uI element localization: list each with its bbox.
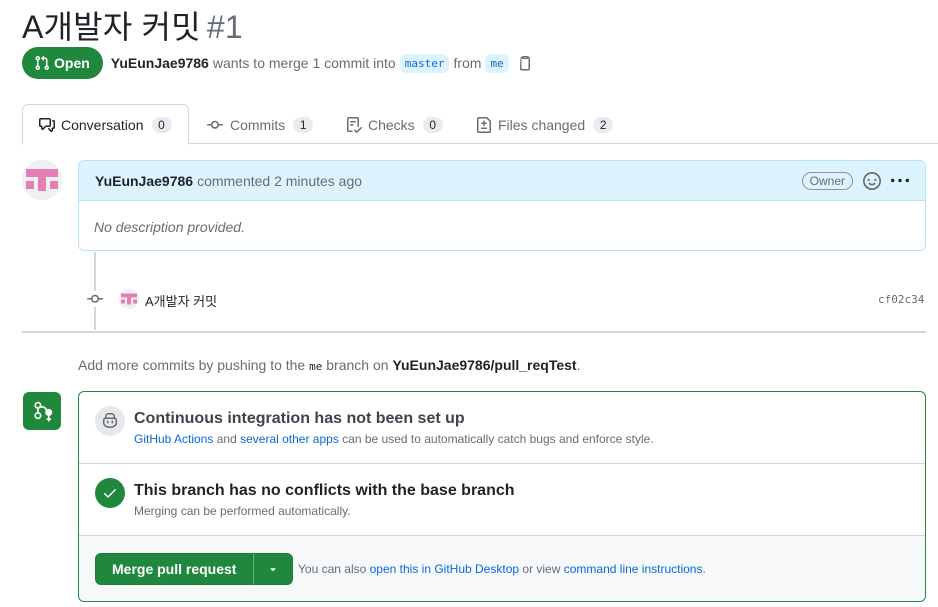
tab-label: Checks — [368, 116, 415, 133]
comment-header: YuEunJae9786 commented 2 minutes ago Own… — [79, 161, 925, 201]
pr-description-comment: YuEunJae9786 commented 2 minutes ago Own… — [78, 160, 926, 251]
pr-tabs: Conversation 0 Commits 1 Checks 0 Files … — [22, 104, 938, 145]
timeline-divider — [22, 331, 926, 333]
hint-middle: branch on — [326, 357, 389, 373]
comment-discussion-icon — [39, 117, 55, 132]
base-branch[interactable]: master — [399, 53, 450, 73]
hint-repo: YuEunJae9786/pull_reqTest — [392, 357, 577, 373]
pull-request-icon — [35, 55, 50, 71]
state-label: Open — [54, 55, 90, 71]
tab-conversation[interactable]: Conversation 0 — [22, 104, 189, 145]
push-hint: Add more commits by pushing to the me br… — [78, 357, 580, 373]
hint-branch: me — [309, 360, 323, 373]
conflicts-subtitle: Merging can be performed automatically. — [134, 504, 351, 518]
tab-counter: 0 — [422, 116, 443, 133]
git-commit-icon — [207, 120, 223, 129]
merge-pull-request-button[interactable]: Merge pull request — [95, 553, 254, 585]
note-mid: or view — [522, 562, 561, 576]
check-icon — [95, 478, 125, 508]
ci-and: and — [216, 432, 237, 446]
tab-checks[interactable]: Checks 0 — [330, 104, 459, 145]
conflicts-title: This branch has no conflicts with the ba… — [134, 482, 515, 499]
tab-files-changed[interactable]: Files changed 2 — [460, 104, 629, 145]
robot-icon — [95, 406, 125, 436]
page-title: A개발자 커밋 #1 — [22, 2, 243, 48]
tab-counter: 2 — [593, 116, 614, 133]
tab-label: Files changed — [498, 116, 586, 133]
tab-counter: 1 — [293, 116, 314, 133]
ci-section: Continuous integration has not been set … — [79, 392, 925, 464]
note-prefix: You can also — [298, 562, 367, 576]
ci-rest: can be used to automatically catch bugs … — [342, 432, 654, 446]
tab-label: Conversation — [61, 116, 144, 133]
avatar[interactable] — [22, 160, 62, 200]
commit-avatar[interactable] — [119, 289, 139, 309]
conflicts-section: This branch has no conflicts with the ba… — [79, 464, 925, 536]
merge-actions: Merge pull request You can also open thi… — [79, 536, 925, 601]
action-text: wants to merge 1 commit into — [212, 55, 396, 71]
other-apps-link[interactable]: several other apps — [240, 432, 339, 446]
comment-time[interactable]: commented 2 minutes ago — [197, 173, 362, 189]
git-merge-icon — [23, 392, 61, 430]
copy-icon[interactable] — [517, 55, 533, 71]
ci-subtitle: GitHub Actions and several other apps ca… — [134, 432, 654, 446]
author-link[interactable]: YuEunJae9786 — [111, 55, 209, 71]
merge-method-dropdown[interactable] — [253, 553, 294, 585]
pr-number: #1 — [206, 9, 243, 45]
note-suffix: . — [702, 562, 706, 576]
tab-commits[interactable]: Commits 1 — [190, 104, 329, 145]
comment-body: No description provided. — [94, 219, 245, 235]
ci-title: Continuous integration has not been set … — [134, 410, 465, 427]
merge-box: Continuous integration has not been set … — [78, 391, 926, 602]
pr-title: A개발자 커밋 — [22, 9, 201, 45]
from-text: from — [453, 55, 482, 71]
comment-author[interactable]: YuEunJae9786 — [95, 173, 193, 189]
head-branch[interactable]: me — [485, 53, 509, 73]
tab-counter: 0 — [151, 116, 172, 133]
triangle-down-icon — [270, 568, 277, 572]
pr-meta: Open YuEunJae9786 wants to merge 1 commi… — [22, 47, 533, 79]
checklist-icon — [347, 116, 362, 133]
file-diff-icon — [477, 116, 491, 133]
smiley-icon[interactable] — [863, 171, 881, 190]
commit-message-link[interactable]: A개발자 커밋 — [145, 291, 217, 310]
github-actions-link[interactable]: GitHub Actions — [134, 432, 213, 446]
state-badge: Open — [22, 47, 103, 79]
command-line-link[interactable]: command line instructions — [564, 562, 703, 576]
owner-badge: Owner — [801, 171, 853, 190]
hint-prefix: Add more commits by pushing to the — [78, 357, 306, 373]
commit-sha-link[interactable]: cf02c34 — [878, 293, 924, 306]
merge-note: You can also open this in GitHub Desktop… — [298, 562, 706, 576]
hint-suffix: . — [576, 357, 581, 373]
open-desktop-link[interactable]: open this in GitHub Desktop — [370, 562, 519, 576]
merge-button-group: Merge pull request — [95, 553, 294, 585]
tab-label: Commits — [230, 116, 286, 133]
kebab-horizontal-icon[interactable] — [891, 172, 909, 190]
git-commit-icon — [86, 291, 104, 307]
